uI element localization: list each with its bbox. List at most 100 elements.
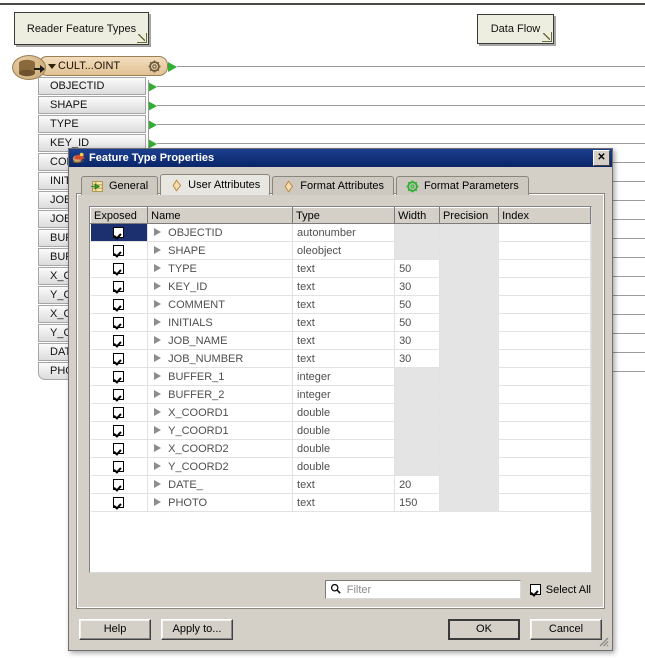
attribute-precision-cell[interactable] <box>439 403 500 422</box>
column-header[interactable]: Type <box>292 207 396 224</box>
table-row[interactable]: Y_COORD2 double <box>90 457 591 476</box>
attribute-name-cell[interactable]: OBJECTID <box>147 223 294 242</box>
checkbox-icon[interactable] <box>113 479 125 491</box>
help-button[interactable]: Help <box>79 618 151 640</box>
checkbox-icon[interactable] <box>113 263 125 275</box>
attribute-name-cell[interactable]: DATE_ <box>147 475 294 494</box>
attribute-type-cell[interactable]: integer <box>292 367 396 386</box>
attribute-width-cell[interactable] <box>394 367 440 386</box>
attribute-type-cell[interactable]: text <box>292 295 396 314</box>
close-icon[interactable]: ✕ <box>593 150 610 166</box>
attribute-index-cell[interactable] <box>498 349 591 368</box>
table-row[interactable]: INITIALS text 50 <box>90 313 591 332</box>
checkbox-icon[interactable] <box>113 461 125 473</box>
column-header[interactable]: Name <box>147 207 294 224</box>
attribute-precision-cell[interactable] <box>439 421 500 440</box>
attribute-name-cell[interactable]: INITIALS <box>147 313 294 332</box>
feature-type-attribute[interactable]: OBJECTID <box>38 77 146 95</box>
attribute-index-cell[interactable] <box>498 331 591 350</box>
checkbox-icon[interactable] <box>113 497 125 509</box>
table-row[interactable]: KEY_ID text 30 <box>90 277 591 296</box>
attribute-name-cell[interactable]: BUFFER_1 <box>147 367 294 386</box>
exposed-checkbox-cell[interactable] <box>90 385 149 404</box>
attribute-precision-cell[interactable] <box>439 241 500 260</box>
table-row[interactable]: X_COORD2 double <box>90 439 591 458</box>
table-row[interactable]: BUFFER_1 integer <box>90 367 591 386</box>
exposed-checkbox-cell[interactable] <box>90 457 149 476</box>
select-all-checkbox[interactable]: Select All <box>529 584 591 596</box>
column-header[interactable]: Width <box>394 207 440 224</box>
attribute-width-cell[interactable] <box>394 421 440 440</box>
checkbox-icon[interactable] <box>113 425 125 437</box>
attribute-type-cell[interactable]: double <box>292 403 396 422</box>
attribute-type-cell[interactable]: text <box>292 277 396 296</box>
annotation-reader-feature-types[interactable]: Reader Feature Types <box>14 12 149 45</box>
checkbox-icon[interactable] <box>113 371 125 383</box>
annotation-data-flow[interactable]: Data Flow <box>477 14 554 44</box>
attribute-width-cell[interactable] <box>394 439 440 458</box>
attribute-name-cell[interactable]: TYPE <box>147 259 294 278</box>
attribute-index-cell[interactable] <box>498 385 591 404</box>
attribute-index-cell[interactable] <box>498 493 591 512</box>
resize-grip-icon[interactable] <box>597 635 609 647</box>
attribute-index-cell[interactable] <box>498 421 591 440</box>
attribute-width-cell[interactable]: 50 <box>394 259 440 278</box>
attribute-width-cell[interactable]: 20 <box>394 475 440 494</box>
table-row[interactable]: SHAPE oleobject <box>90 241 591 260</box>
exposed-checkbox-cell[interactable] <box>90 475 149 494</box>
attribute-name-cell[interactable]: Y_COORD1 <box>147 421 294 440</box>
tab-format-parameters[interactable]: Format Parameters <box>396 176 529 195</box>
attribute-type-cell[interactable]: text <box>292 493 396 512</box>
checkbox-icon[interactable] <box>113 335 125 347</box>
attribute-name-cell[interactable]: X_COORD2 <box>147 439 294 458</box>
exposed-checkbox-cell[interactable] <box>90 331 149 350</box>
attribute-index-cell[interactable] <box>498 475 591 494</box>
checkbox-icon[interactable] <box>113 227 125 239</box>
checkbox-icon[interactable] <box>113 443 125 455</box>
attribute-precision-cell[interactable] <box>439 457 500 476</box>
attribute-precision-cell[interactable] <box>439 313 500 332</box>
attribute-index-cell[interactable] <box>498 295 591 314</box>
checkbox-icon[interactable] <box>113 245 125 257</box>
attribute-precision-cell[interactable] <box>439 439 500 458</box>
exposed-checkbox-cell[interactable] <box>90 277 149 296</box>
feature-type-attribute[interactable]: TYPE <box>38 115 146 133</box>
table-row[interactable]: X_COORD1 double <box>90 403 591 422</box>
exposed-checkbox-cell[interactable] <box>90 493 149 512</box>
attribute-index-cell[interactable] <box>498 313 591 332</box>
attribute-precision-cell[interactable] <box>439 475 500 494</box>
checkbox-icon[interactable] <box>113 353 125 365</box>
attribute-type-cell[interactable]: double <box>292 439 396 458</box>
attribute-precision-cell[interactable] <box>439 295 500 314</box>
feature-type-node-header[interactable]: CULT...OINT <box>12 55 168 80</box>
attribute-index-cell[interactable] <box>498 403 591 422</box>
attribute-precision-cell[interactable] <box>439 259 500 278</box>
exposed-checkbox-cell[interactable] <box>90 241 149 260</box>
attribute-width-cell[interactable] <box>394 241 440 260</box>
exposed-checkbox-cell[interactable] <box>90 313 149 332</box>
attribute-index-cell[interactable] <box>498 439 591 458</box>
attribute-width-cell[interactable] <box>394 403 440 422</box>
exposed-checkbox-cell[interactable] <box>90 259 149 278</box>
exposed-checkbox-cell[interactable] <box>90 349 149 368</box>
tab-general[interactable]: General <box>81 176 159 195</box>
table-row[interactable]: PHOTO text 150 <box>90 493 591 512</box>
attribute-type-cell[interactable]: text <box>292 475 396 494</box>
attribute-type-cell[interactable]: double <box>292 457 396 476</box>
attribute-precision-cell[interactable] <box>439 493 500 512</box>
attribute-index-cell[interactable] <box>498 277 591 296</box>
attribute-type-cell[interactable]: double <box>292 421 396 440</box>
attribute-type-cell[interactable]: autonumber <box>292 223 396 242</box>
attribute-name-cell[interactable]: JOB_NAME <box>147 331 294 350</box>
checkbox-icon[interactable] <box>113 317 125 329</box>
attribute-precision-cell[interactable] <box>439 223 500 242</box>
column-header[interactable]: Precision <box>438 207 500 224</box>
attribute-name-cell[interactable]: Y_COORD2 <box>147 457 294 476</box>
exposed-checkbox-cell[interactable] <box>90 403 149 422</box>
checkbox-icon[interactable] <box>113 299 125 311</box>
table-row[interactable]: COMMENT text 50 <box>90 295 591 314</box>
attribute-width-cell[interactable]: 150 <box>394 493 440 512</box>
attribute-name-cell[interactable]: SHAPE <box>147 241 294 260</box>
attribute-precision-cell[interactable] <box>439 277 500 296</box>
attribute-type-cell[interactable]: integer <box>292 385 396 404</box>
